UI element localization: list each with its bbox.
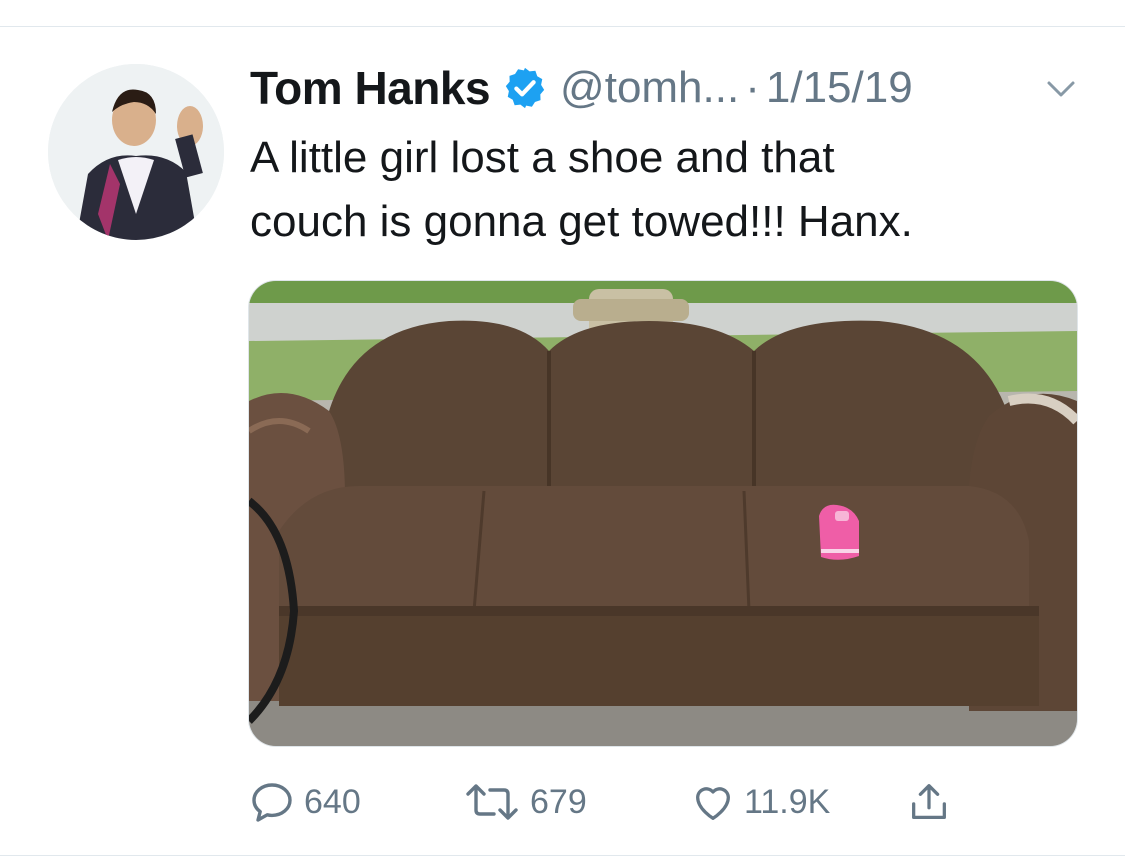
retweet-count: 679 [530, 782, 587, 821]
reply-button[interactable]: 640 [248, 772, 361, 832]
chevron-down-icon[interactable] [1044, 76, 1078, 102]
tweet-date[interactable]: 1/15/19 [766, 63, 913, 113]
tweet-header: Tom Hanks @tomh... · 1/15/19 [250, 58, 913, 118]
heart-icon [690, 779, 736, 825]
author-handle[interactable]: @tomh... [560, 63, 739, 113]
retweet-arrows-icon [462, 778, 522, 826]
tweet-text-line: couch is gonna get towed!!! Hanx. [250, 197, 913, 246]
share-upload-icon [906, 778, 952, 826]
tweet-photo[interactable] [248, 280, 1078, 747]
verified-badge-icon [502, 65, 548, 111]
share-button[interactable] [906, 772, 952, 832]
couch-photo [249, 281, 1077, 746]
reply-count: 640 [304, 782, 361, 821]
author-avatar[interactable] [48, 64, 224, 240]
like-count: 11.9K [744, 782, 831, 821]
retweet-button[interactable]: 679 [462, 772, 587, 832]
tweet-text: A little girl lost a shoe and that couch… [250, 126, 1090, 254]
avatar-image [48, 64, 224, 240]
tweet-text-line: A little girl lost a shoe and that [250, 133, 835, 182]
bottom-divider [0, 855, 1125, 856]
like-button[interactable]: 11.9K [690, 772, 830, 832]
speech-bubble-icon [248, 778, 296, 826]
top-divider [0, 26, 1125, 27]
separator-dot: · [745, 63, 760, 112]
tweet-actions: 640 679 11.9K [0, 772, 1125, 832]
author-name[interactable]: Tom Hanks [250, 61, 491, 115]
